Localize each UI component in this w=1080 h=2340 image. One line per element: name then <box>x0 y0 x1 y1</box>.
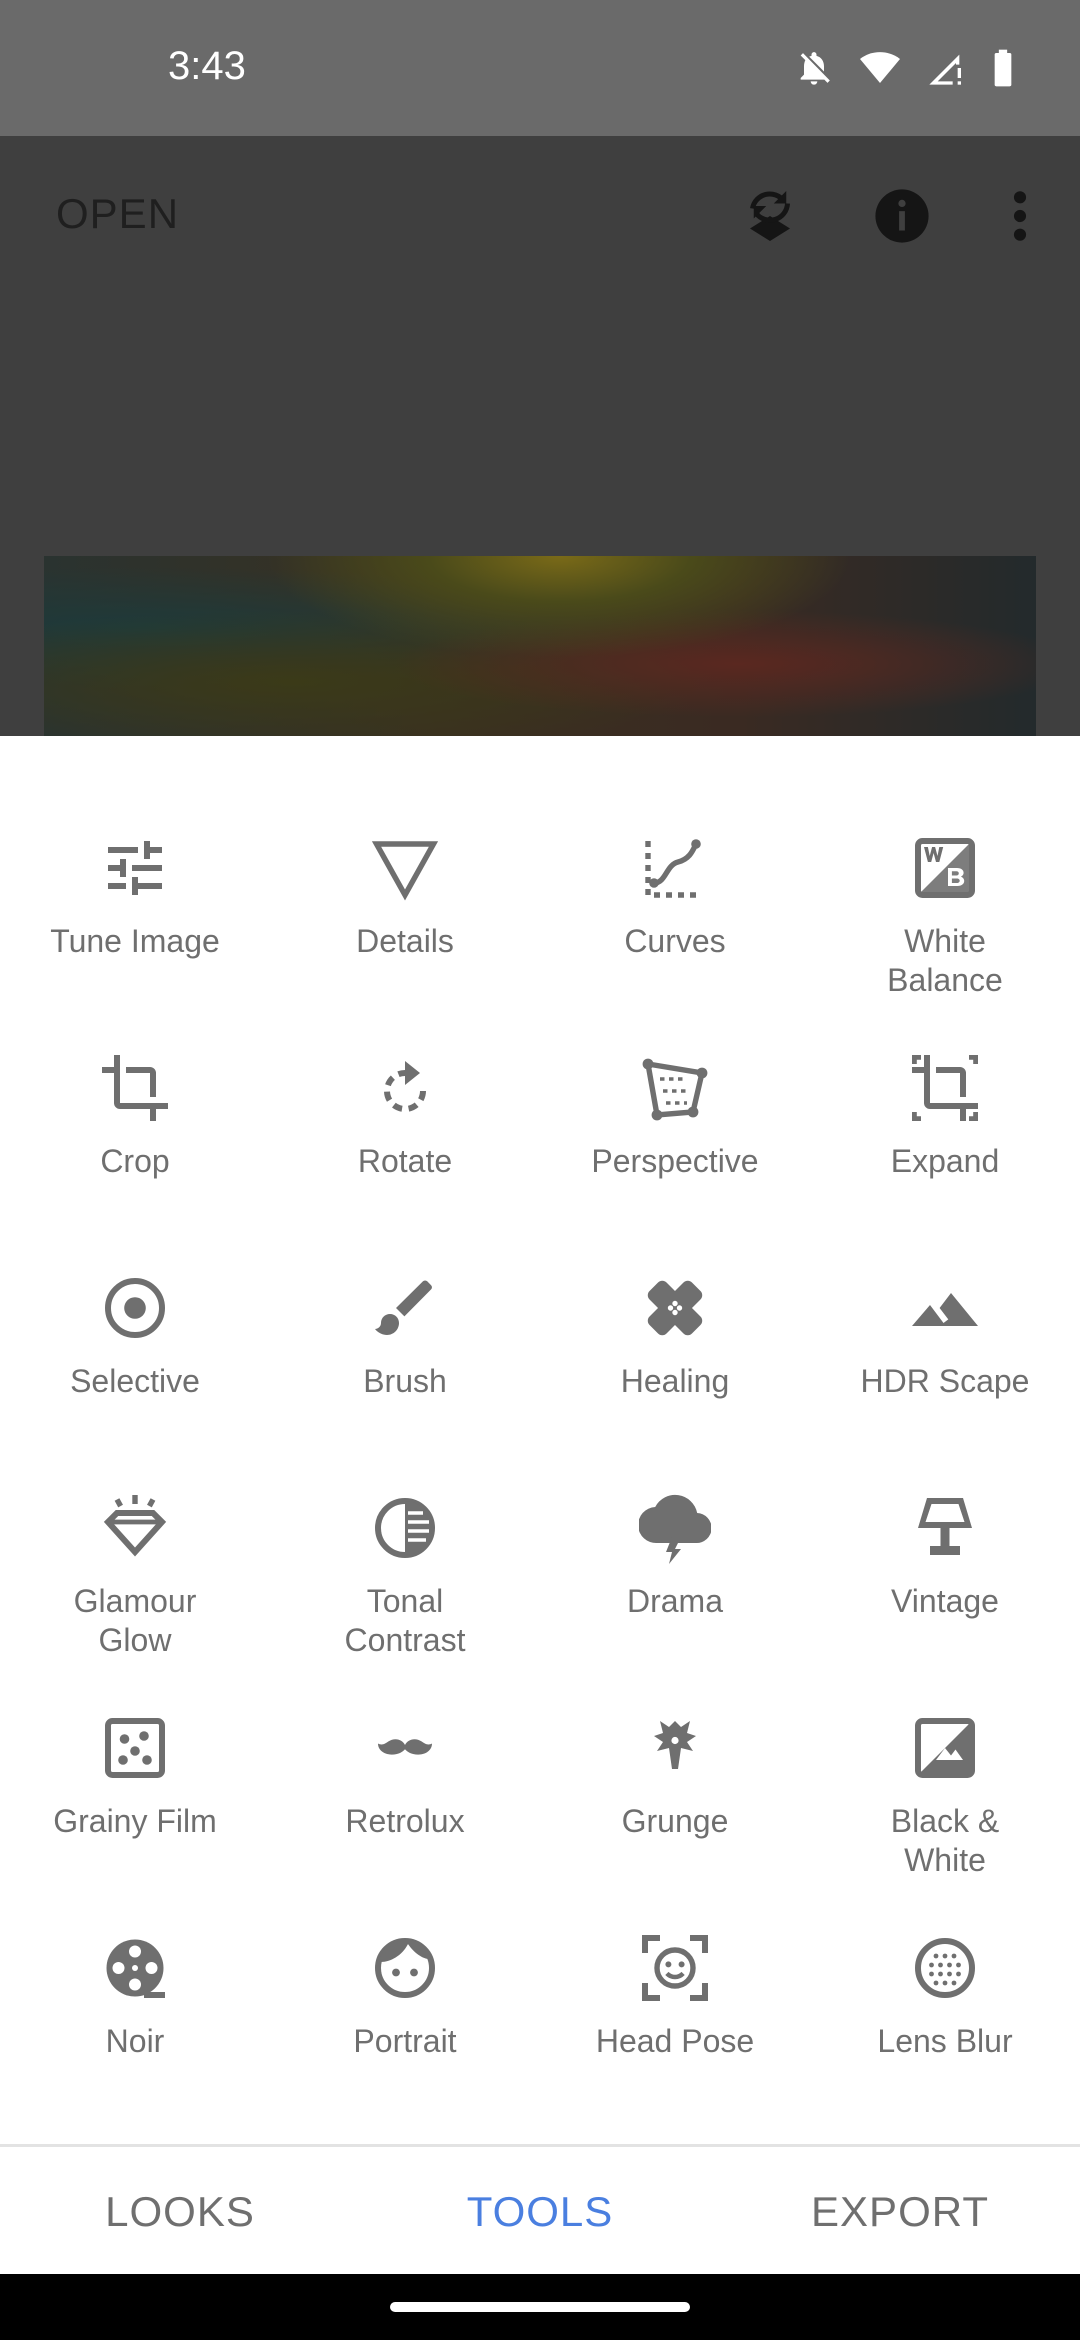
bandage-icon <box>647 1280 703 1336</box>
cell-signal-icon <box>929 54 961 85</box>
tool-white-balance[interactable]: White Balance <box>810 832 1080 1052</box>
tab-tools[interactable]: TOOLS <box>360 2147 720 2277</box>
mountain-icon <box>912 1293 978 1326</box>
tool-healing[interactable]: Healing <box>540 1272 810 1492</box>
tool-retrolux[interactable]: Retrolux <box>270 1712 540 1932</box>
tool-vintage[interactable]: Vintage <box>810 1492 1080 1712</box>
expand-icon <box>912 1055 978 1121</box>
tool-label: Curves <box>624 923 726 959</box>
triangle-icon <box>371 841 439 901</box>
tool-tune-image[interactable]: Tune Image <box>0 832 270 1052</box>
tool-head-pose[interactable]: Head Pose <box>540 1932 810 2152</box>
tool-grainy-film[interactable]: Grainy Film <box>0 1712 270 1932</box>
tool-grunge[interactable]: Grunge <box>540 1712 810 1932</box>
perspective-icon <box>642 1058 708 1121</box>
tool-brush[interactable]: Brush <box>270 1272 540 1492</box>
tool-label: Tonal Contrast <box>344 1583 466 1658</box>
status-icons <box>794 48 1016 88</box>
white-balance-icon <box>915 838 975 898</box>
cloud-lightning-icon <box>639 1494 711 1564</box>
status-bar: 3:43 <box>0 0 1080 136</box>
tool-selective[interactable]: Selective <box>0 1272 270 1492</box>
tool-details[interactable]: Details <box>270 832 540 1052</box>
tab-looks[interactable]: LOOKS <box>0 2147 360 2277</box>
tonal-contrast-icon <box>375 1498 435 1558</box>
tool-label: Grunge <box>621 1803 729 1839</box>
tool-label: Rotate <box>357 1143 453 1179</box>
tool-label: Tune Image <box>50 923 220 959</box>
selective-icon <box>105 1278 165 1338</box>
tool-label: Grainy Film <box>53 1803 217 1839</box>
tool-noir[interactable]: Noir <box>0 1932 270 2152</box>
tool-rotate[interactable]: Rotate <box>270 1052 540 1272</box>
tool-label: Drama <box>626 1583 723 1619</box>
gesture-bar <box>0 2274 1080 2340</box>
tab-export[interactable]: EXPORT <box>720 2147 1080 2277</box>
tool-lens-blur[interactable]: Lens Blur <box>810 1932 1080 2152</box>
top-bar: OPEN <box>0 136 1080 296</box>
tool-label: Black & White <box>890 1803 1000 1878</box>
face-frame-icon <box>642 1935 708 2001</box>
tool-label: Details <box>356 923 454 959</box>
tool-label: Lens Blur <box>877 2023 1013 2059</box>
layers-undo-icon[interactable] <box>734 180 806 252</box>
tool-label: Brush <box>363 1363 447 1399</box>
battery-icon <box>994 49 1012 87</box>
tool-label: Retrolux <box>345 1803 465 1839</box>
tool-portrait[interactable]: Portrait <box>270 1932 540 2152</box>
tune-icon <box>108 841 162 895</box>
image-preview <box>44 556 1036 736</box>
tool-label: Crop <box>100 1143 170 1179</box>
more-options-icon[interactable] <box>984 180 1056 252</box>
tool-label: HDR Scape <box>860 1363 1030 1399</box>
bw-icon <box>915 1718 975 1778</box>
tools-grid: Tune Image Details Curves White Balance … <box>0 832 1080 2152</box>
tool-label: Expand <box>890 1143 1000 1179</box>
tool-label: Portrait <box>353 2023 457 2059</box>
diamond-icon <box>103 1495 167 1557</box>
mustache-icon <box>378 1739 432 1755</box>
guitar-icon <box>654 1721 696 1769</box>
tool-label: Glamour Glow <box>73 1583 197 1658</box>
tool-label: Healing <box>620 1363 730 1399</box>
tool-label: Selective <box>70 1363 200 1399</box>
brush-icon <box>375 1280 432 1335</box>
notifications-off-icon <box>800 52 830 85</box>
tool-curves[interactable]: Curves <box>540 832 810 1052</box>
tool-label: White Balance <box>887 923 1003 998</box>
rotate-icon <box>384 1061 426 1112</box>
tool-perspective[interactable]: Perspective <box>540 1052 810 1272</box>
tools-sheet: Tune Image Details Curves White Balance … <box>0 736 1080 2144</box>
lens-blur-icon <box>915 1938 975 1998</box>
tool-label: Vintage <box>891 1583 999 1619</box>
tool-expand[interactable]: Expand <box>810 1052 1080 1272</box>
grain-icon <box>105 1718 165 1778</box>
open-button[interactable]: OPEN <box>56 190 179 238</box>
bottom-nav: LOOKS TOOLS EXPORT <box>0 2144 1080 2277</box>
status-time: 3:43 <box>168 44 246 88</box>
tool-glamour-glow[interactable]: Glamour Glow <box>0 1492 270 1712</box>
film-reel-icon <box>106 1939 165 1998</box>
tool-black-and-white[interactable]: Black & White <box>810 1712 1080 1932</box>
tool-label: Head Pose <box>595 2023 755 2059</box>
tool-drama[interactable]: Drama <box>540 1492 810 1712</box>
home-indicator[interactable] <box>390 2302 690 2312</box>
lamp-icon <box>918 1498 972 1555</box>
wifi-icon <box>860 52 900 83</box>
tool-tonal-contrast[interactable]: Tonal Contrast <box>270 1492 540 1712</box>
face-icon <box>375 1938 435 1998</box>
tool-crop[interactable]: Crop <box>0 1052 270 1272</box>
tool-hdr-scape[interactable]: HDR Scape <box>810 1272 1080 1492</box>
curves-icon <box>645 839 702 898</box>
tool-label: Perspective <box>591 1143 759 1179</box>
tool-label: Noir <box>105 2023 165 2059</box>
info-icon[interactable] <box>866 180 938 252</box>
crop-icon <box>102 1055 168 1121</box>
